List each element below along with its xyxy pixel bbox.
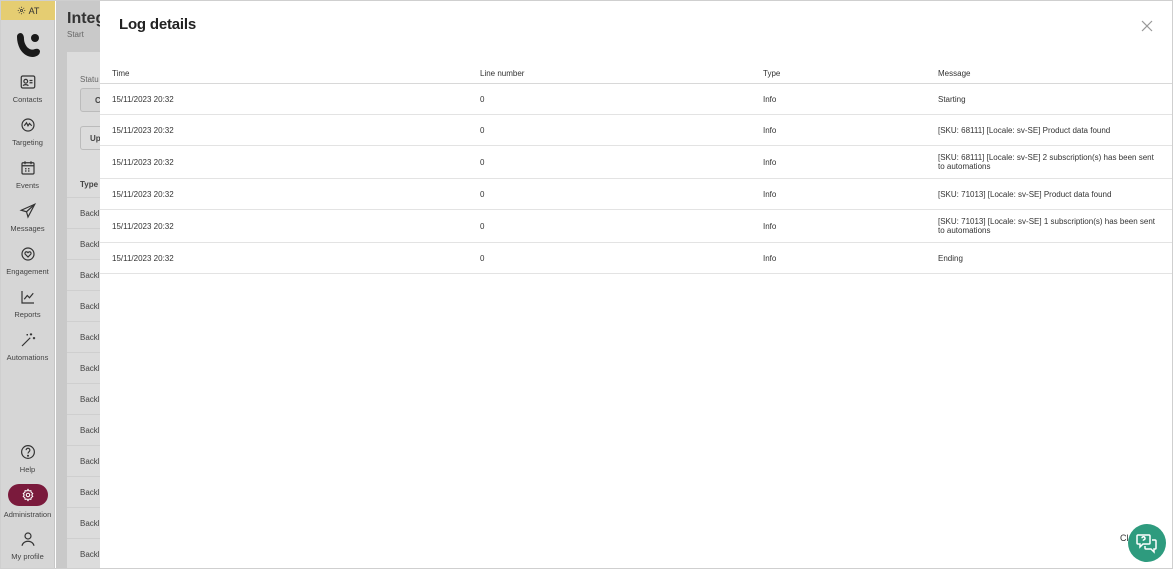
cell-line-number: 0 — [480, 125, 485, 135]
sidebar-item-engagement[interactable]: Engagement — [0, 245, 55, 276]
cell-line-number: 0 — [480, 189, 485, 199]
cell-message: Ending — [938, 253, 963, 263]
sidebar-item-reports[interactable]: Reports — [0, 288, 55, 319]
sidebar-item-messages[interactable]: Messages — [0, 202, 55, 233]
column-header-line-number[interactable]: Line number — [468, 63, 751, 83]
calendar-icon — [20, 161, 35, 175]
sidebar-item-targeting[interactable]: Targeting — [0, 116, 55, 147]
paper-plane-icon — [18, 202, 36, 219]
table-row: 15/11/2023 20:32 0 Info [SKU: 68111] [Lo… — [100, 146, 1172, 179]
sidebar-item-help[interactable]: Help — [0, 443, 55, 474]
chart-icon — [20, 291, 34, 304]
table-row: 15/11/2023 20:32 0 Info Starting — [100, 84, 1172, 115]
column-header-time[interactable]: Time — [100, 63, 468, 83]
cell-message: Starting — [938, 94, 966, 104]
log-details-modal: Log details Time Line number Type Messag… — [100, 1, 1172, 568]
cell-time: 15/11/2023 20:32 — [112, 125, 174, 135]
help-icon — [20, 445, 35, 459]
sidebar-item-label: Help — [19, 465, 36, 474]
cell-time: 15/11/2023 20:32 — [112, 94, 174, 104]
cell-line-number: 0 — [480, 157, 485, 167]
cell-line-number: 0 — [480, 221, 485, 231]
cell-type: Info — [763, 189, 777, 199]
column-header-message[interactable]: Message — [926, 63, 1172, 83]
sidebar-item-label: Messages — [10, 224, 45, 233]
modal-title: Log details — [119, 16, 196, 33]
brand-logo[interactable] — [13, 31, 43, 59]
cell-line-number: 0 — [480, 253, 485, 263]
cell-type: Info — [763, 125, 777, 135]
chat-bubble-icon — [1136, 534, 1157, 554]
sidebar-item-label: Contacts — [12, 95, 43, 104]
status-filter-label: Statu — [80, 75, 99, 84]
table-row: 15/11/2023 20:32 0 Info [SKU: 71013] [Lo… — [100, 179, 1172, 210]
cell-time: 15/11/2023 20:32 — [112, 157, 174, 167]
sidebar-item-label: Administration — [3, 510, 52, 519]
org-badge[interactable]: AT — [1, 1, 55, 20]
table-row: 15/11/2023 20:32 0 Info [SKU: 68111] [Lo… — [100, 115, 1172, 146]
close-icon[interactable] — [1140, 19, 1154, 33]
cell-time: 15/11/2023 20:32 — [112, 221, 174, 231]
chat-support-button[interactable] — [1128, 524, 1166, 562]
column-header-type[interactable]: Type — [751, 63, 926, 83]
sidebar-item-administration[interactable]: Administration — [0, 484, 55, 519]
magic-wand-icon — [21, 333, 35, 347]
sidebar-item-automations[interactable]: Automations — [0, 331, 55, 362]
user-icon — [20, 532, 35, 546]
log-table: Time Line number Type Message 15/11/2023… — [100, 63, 1172, 274]
breadcrumb: Start — [67, 30, 84, 39]
sidebar-item-contacts[interactable]: Contacts — [0, 73, 55, 104]
cell-type: Info — [763, 253, 777, 263]
cell-message: [SKU: 71013] [Locale: sv-SE] Product dat… — [938, 189, 1112, 199]
sidebar-item-label: Events — [16, 181, 39, 190]
cell-line-number: 0 — [480, 94, 485, 104]
sidebar-item-my-profile[interactable]: My profile — [0, 530, 55, 561]
type-column-header: Type — [80, 180, 99, 189]
cell-message: [SKU: 71013] [Locale: sv-SE] 1 subscript… — [938, 217, 1156, 235]
engagement-icon — [20, 247, 35, 261]
active-indicator — [7, 484, 48, 506]
targeting-icon — [20, 118, 35, 132]
sidebar-item-label: Targeting — [12, 138, 43, 147]
sidebar-item-label: Automations — [6, 353, 49, 362]
cell-message: [SKU: 68111] [Locale: sv-SE] 2 subscript… — [938, 153, 1154, 171]
gear-icon — [22, 488, 33, 502]
cell-type: Info — [763, 94, 777, 104]
sidebar-item-label: Reports — [14, 310, 41, 319]
table-row: 15/11/2023 20:32 0 Info Ending — [100, 243, 1172, 274]
cell-time: 15/11/2023 20:32 — [112, 189, 174, 199]
sidebar-item-label: My profile — [11, 552, 44, 561]
sidebar-item-label: Engagement — [6, 267, 49, 276]
cell-message: [SKU: 68111] [Locale: sv-SE] Product dat… — [938, 125, 1111, 135]
cell-time: 15/11/2023 20:32 — [112, 253, 174, 263]
table-header: Time Line number Type Message — [100, 63, 1172, 84]
sidebar: AT Contacts Targeting Events Messages En… — [0, 0, 55, 569]
cell-type: Info — [763, 157, 777, 167]
contacts-icon — [20, 75, 35, 89]
cell-type: Info — [763, 221, 777, 231]
sidebar-item-events[interactable]: Events — [0, 159, 55, 190]
gear-icon — [17, 6, 25, 15]
org-badge-label: AT — [28, 5, 40, 16]
table-row: 15/11/2023 20:32 0 Info [SKU: 71013] [Lo… — [100, 210, 1172, 243]
